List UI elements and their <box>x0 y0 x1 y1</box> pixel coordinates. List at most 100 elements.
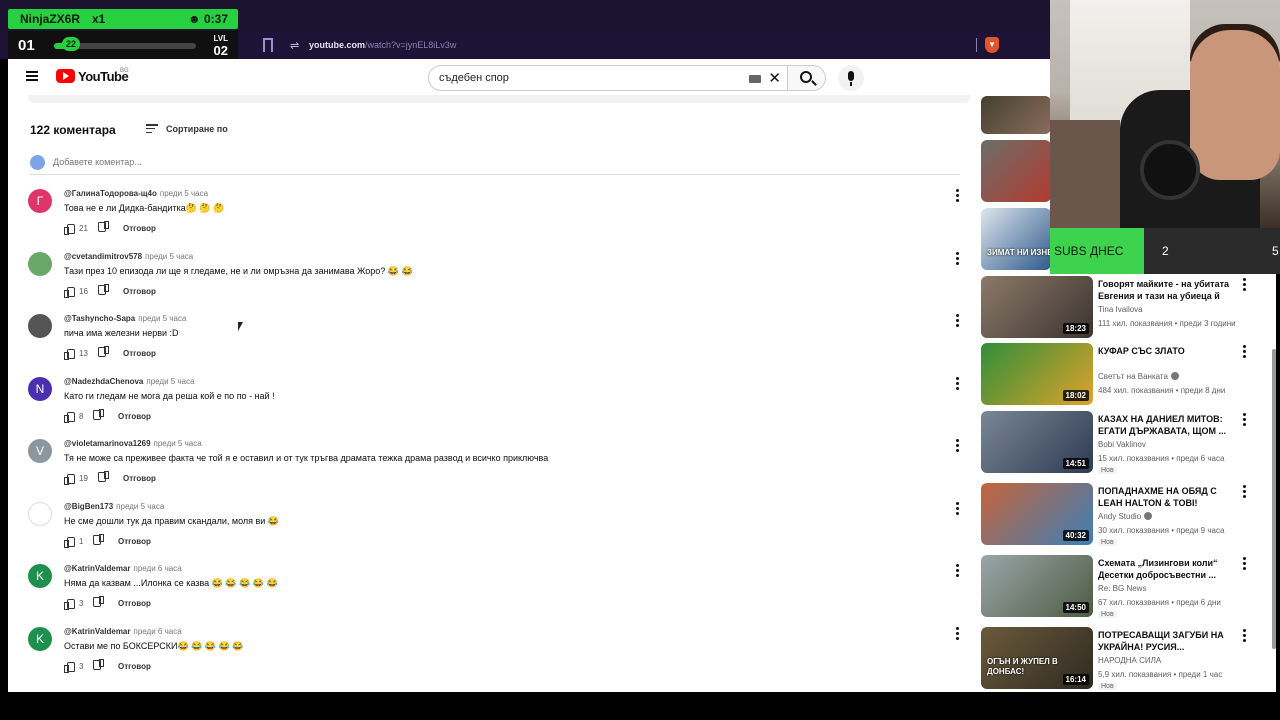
scrollbar-thumb[interactable] <box>1272 349 1276 649</box>
comment-time[interactable]: преди 5 часа <box>138 314 186 323</box>
video-title[interactable]: ПОПАДНАХМЕ НА ОБЯД С LEAH HALTON & TOBI! <box>1098 485 1238 509</box>
comment-time[interactable]: преди 5 часа <box>146 377 194 386</box>
comment-time[interactable]: преди 6 часа <box>134 627 182 636</box>
recommended-video[interactable]: 14:50 Схемата „Лизингови коли“ Десетки до… <box>981 555 1271 619</box>
site-settings-icon[interactable]: ⇌ <box>290 39 299 52</box>
video-title[interactable]: ПОТРЕСАВАЩИ ЗАГУБИ НА УКРАЙНА! РУСИЯ... <box>1098 629 1238 653</box>
search-input[interactable]: съдебен спор ✕ <box>428 65 788 91</box>
reply-button[interactable]: Отговор <box>118 537 151 546</box>
video-channel[interactable]: Re: BG News <box>1098 584 1146 593</box>
comment-avatar[interactable] <box>28 502 52 526</box>
like-icon[interactable] <box>64 473 75 485</box>
comment-avatar[interactable]: K <box>28 564 52 588</box>
video-thumbnail[interactable]: 40:32 <box>981 483 1093 545</box>
sort-icon[interactable] <box>146 124 158 134</box>
comment-author[interactable]: @NadezhdaChenova <box>64 377 143 386</box>
comment-author[interactable]: @KatrinValdemar <box>64 564 131 573</box>
video-more-icon[interactable] <box>1243 278 1247 292</box>
add-comment-field[interactable]: Добавете коментар... <box>30 155 960 175</box>
dislike-icon[interactable] <box>99 286 109 296</box>
recommended-video[interactable]: 18:02 КУФАР СЪС ЗЛАТО Светът на Ванката 484… <box>981 343 1271 407</box>
comment-time[interactable]: преди 5 часа <box>160 189 208 198</box>
like-icon[interactable] <box>64 536 75 548</box>
video-channel[interactable]: НАРОДНА СИЛА <box>1098 656 1161 665</box>
video-more-icon[interactable] <box>1243 557 1247 571</box>
comment-author[interactable]: @Tashyncho-Sapa <box>64 314 135 323</box>
voice-search-icon[interactable] <box>838 65 864 91</box>
comment-time[interactable]: преди 6 часа <box>134 564 182 573</box>
video-channel[interactable]: Andy Studio <box>1098 512 1153 521</box>
bookmark-icon[interactable] <box>263 38 273 52</box>
video-thumbnail[interactable] <box>981 96 1051 134</box>
video-more-icon[interactable] <box>1243 413 1247 427</box>
sort-button[interactable]: Сортиране по <box>166 124 228 134</box>
keyboard-icon[interactable] <box>749 75 761 83</box>
comment-more-icon[interactable] <box>956 564 960 578</box>
recommended-video[interactable]: 14:51 КАЗАХ НА ДАНИЕЛ МИТОВ: ЕГАТИ ДЪРЖАВ… <box>981 411 1271 475</box>
youtube-logo-icon[interactable] <box>56 69 75 83</box>
reply-button[interactable]: Отговор <box>118 662 151 671</box>
comment-more-icon[interactable] <box>956 189 960 203</box>
video-title[interactable]: Говорят майките - на убитата Евгения и т… <box>1098 278 1238 302</box>
comment-time[interactable]: преди 5 часа <box>145 252 193 261</box>
video-channel[interactable]: Tina Ivailova <box>1098 305 1143 314</box>
reply-button[interactable]: Отговор <box>118 599 151 608</box>
comment-author[interactable]: @KatrinValdemar <box>64 627 131 636</box>
reply-button[interactable]: Отговор <box>118 412 151 421</box>
video-title[interactable]: Схемата „Лизингови коли“ Десетки добросъ… <box>1098 557 1238 581</box>
comment-more-icon[interactable] <box>956 502 960 516</box>
video-more-icon[interactable] <box>1243 629 1247 643</box>
like-icon[interactable] <box>64 223 75 235</box>
video-thumbnail[interactable]: 18:02 <box>981 343 1093 405</box>
reply-button[interactable]: Отговор <box>123 287 156 296</box>
comment-author[interactable]: @cvetandimitrov578 <box>64 252 142 261</box>
comment-more-icon[interactable] <box>956 627 960 641</box>
like-icon[interactable] <box>64 661 75 673</box>
video-thumbnail[interactable]: 14:50 <box>981 555 1093 617</box>
dislike-icon[interactable] <box>99 223 109 233</box>
video-thumbnail[interactable]: 18:23 <box>981 276 1093 338</box>
dislike-icon[interactable] <box>94 536 104 546</box>
comment-author[interactable]: @violetamarinova1269 <box>64 439 151 448</box>
video-channel[interactable]: Bobi Vaklinov <box>1098 440 1146 449</box>
video-thumbnail[interactable] <box>981 140 1051 202</box>
reply-button[interactable]: Отговор <box>123 349 156 358</box>
comment-avatar[interactable]: N <box>28 377 52 401</box>
recommended-video[interactable]: 18:23 Говорят майките - на убитата Евгени… <box>981 276 1271 340</box>
video-thumbnail[interactable]: ОГЪН И ЖУПЕЛ В ДОНБАС! 16:14 <box>981 627 1093 689</box>
comment-avatar[interactable] <box>28 314 52 338</box>
reply-button[interactable]: Отговор <box>123 224 156 233</box>
page-scrollbar[interactable] <box>1272 279 1276 692</box>
dislike-icon[interactable] <box>94 661 104 671</box>
comment-time[interactable]: преди 5 часа <box>154 439 202 448</box>
dislike-icon[interactable] <box>94 598 104 608</box>
recommended-video[interactable]: ОГЪН И ЖУПЕЛ В ДОНБАС! 16:14 ПОТРЕСАВАЩИ З… <box>981 627 1271 691</box>
search-button[interactable] <box>788 65 826 91</box>
url-text[interactable]: youtube.com/watch?v=jynEL8iLv3w <box>309 40 456 50</box>
like-icon[interactable] <box>64 286 75 298</box>
comment-avatar[interactable]: V <box>28 439 52 463</box>
comment-more-icon[interactable] <box>956 314 960 328</box>
comment-more-icon[interactable] <box>956 377 960 391</box>
dislike-icon[interactable] <box>99 473 109 483</box>
comment-author[interactable]: @ГалинаТодорова-щ4о <box>64 189 157 198</box>
reply-button[interactable]: Отговор <box>123 474 156 483</box>
video-channel[interactable]: Светът на Ванката <box>1098 372 1179 381</box>
video-thumbnail[interactable]: 14:51 <box>981 411 1093 473</box>
comment-time[interactable]: преди 5 часа <box>116 502 164 511</box>
comment-more-icon[interactable] <box>956 439 960 453</box>
like-icon[interactable] <box>64 348 75 360</box>
video-title[interactable]: КАЗАХ НА ДАНИЕЛ МИТОВ: ЕГАТИ ДЪРЖАВАТА, … <box>1098 413 1238 437</box>
comment-avatar[interactable]: Г <box>28 189 52 213</box>
video-title[interactable]: КУФАР СЪС ЗЛАТО <box>1098 345 1238 357</box>
video-thumbnail[interactable]: ЗИМАТ НИ ИЗНЕН <box>981 208 1051 270</box>
comment-avatar[interactable]: K <box>28 627 52 651</box>
recommended-video[interactable]: 40:32 ПОПАДНАХМЕ НА ОБЯД С LEAH HALTON & … <box>981 483 1271 547</box>
menu-icon[interactable] <box>26 71 38 81</box>
comment-more-icon[interactable] <box>956 252 960 266</box>
comment-avatar[interactable] <box>28 252 52 276</box>
video-more-icon[interactable] <box>1243 345 1247 359</box>
like-icon[interactable] <box>64 598 75 610</box>
video-more-icon[interactable] <box>1243 485 1247 499</box>
like-icon[interactable] <box>64 411 75 423</box>
